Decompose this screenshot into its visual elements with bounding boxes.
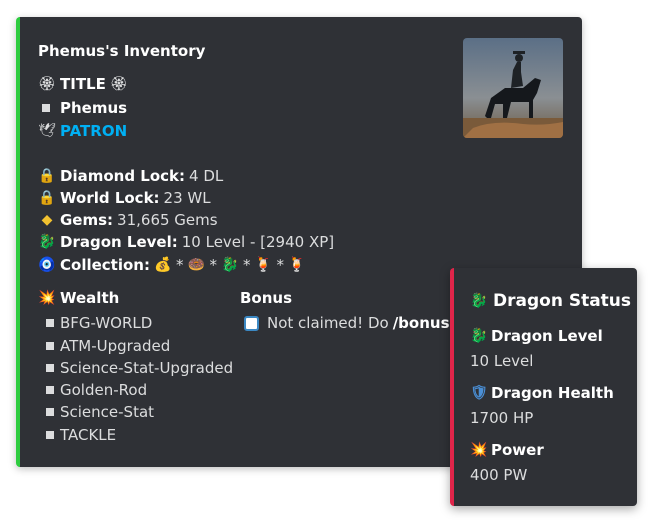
money-bag-icon: 💰 [154, 257, 172, 273]
power-value: 400 PW [470, 466, 528, 484]
list-item: Science-Stat [42, 403, 154, 421]
stat-label: Diamond Lock: [60, 167, 186, 185]
bonus-command: /bonus [392, 314, 450, 332]
horse-rider-image [463, 38, 563, 138]
dragon-icon: 🐉 [470, 328, 488, 344]
collection-row: 🧿 Collection: 💰 * 🍩 * 🐉 * 🍹 * 🍹 [38, 256, 306, 274]
wealth-item: Science-Stat-Upgraded [60, 359, 234, 377]
donut-icon: 🍩 [187, 257, 206, 273]
diamond-lock-icon: 🔒 [38, 168, 56, 184]
dragon-level-value: 10 Level [470, 352, 534, 370]
wealth-field-title: 💥 Wealth [38, 289, 119, 307]
thumbnail-image[interactable] [463, 38, 563, 138]
stat-value: 31,665 Gems [117, 211, 218, 229]
stat-value: 10 Level - [2940 XP] [181, 233, 335, 251]
bullet-square [46, 364, 54, 372]
dragon-status-title: Dragon Status [493, 291, 632, 311]
drink-icon: 🍹 [288, 257, 306, 273]
dragon-health-value: 1700 HP [470, 409, 534, 427]
embed-title: Phemus's Inventory [38, 42, 206, 60]
rank-title: TITLE [60, 75, 106, 93]
list-item: Science-Stat-Upgraded [42, 359, 233, 377]
patron-row: 🕊 PATRON [38, 122, 127, 140]
field-name: Power [491, 441, 544, 459]
collection-separator: * [209, 256, 217, 274]
title-row: 🏵 TITLE 🏵 [38, 75, 128, 93]
dragon-icon: 🐉 [470, 293, 488, 309]
medal-icon: 🏵 [38, 76, 56, 92]
wing-icon: 🕊 [38, 123, 56, 139]
bullet-square [46, 342, 54, 350]
bullet-square [46, 386, 54, 394]
explosion-icon: 💥 [470, 442, 488, 458]
dragon-level-field: 🐉 Dragon Level [470, 327, 603, 345]
dragon-status-embed: 🐉 Dragon Status 🐉 Dragon Level 10 Level … [450, 268, 637, 506]
dragon-icon: 🐉 [38, 234, 56, 250]
field-name: Dragon Level [491, 327, 603, 345]
stat-label: Gems: [60, 211, 114, 229]
bonus-text: Not claimed! Do [267, 314, 389, 332]
power-field: 💥 Power [470, 441, 544, 459]
gem-icon: ◆ [41, 212, 53, 228]
gems-row: ◆ Gems: 31,665 Gems [38, 211, 218, 229]
field-name: Dragon Health [491, 384, 614, 402]
wealth-title: Wealth [60, 289, 120, 307]
sparkle-icon: 💥 [38, 290, 56, 306]
stat-value: 4 DL [189, 167, 224, 185]
dragon-health-field: 🛡 Dragon Health [470, 384, 614, 402]
wealth-item: ATM-Upgraded [60, 337, 171, 355]
bonus-row: Not claimed! Do /bonus [244, 314, 450, 332]
list-item: BFG-WORLD [42, 314, 152, 332]
wealth-item: TACKLE [60, 426, 117, 444]
medal-icon: 🏵 [109, 76, 128, 92]
stat-label: Dragon Level: [60, 233, 178, 251]
world-lock-icon: 🔒 [38, 190, 56, 206]
stat-label: Collection: [60, 256, 150, 274]
collection-icon: 🧿 [38, 257, 56, 273]
collection-separator: * [175, 256, 184, 274]
dragon-status-title-row: 🐉 Dragon Status [470, 291, 631, 311]
dragon-icon: 🐉 [221, 257, 239, 273]
dragon-level-row: 🐉 Dragon Level: 10 Level - [2940 XP] [38, 233, 334, 251]
wealth-item: Science-Stat [60, 403, 155, 421]
wealth-item: BFG-WORLD [60, 314, 153, 332]
stat-value: 23 WL [163, 189, 211, 207]
bullet-square [46, 431, 54, 439]
bonus-title: Bonus [240, 289, 293, 307]
bullet-square [46, 408, 54, 416]
list-item: ATM-Upgraded [42, 337, 170, 355]
player-row: Phemus [38, 99, 127, 117]
list-item: Golden-Rod [42, 381, 147, 399]
player-name: Phemus [60, 99, 128, 117]
drink-icon: 🍹 [254, 257, 273, 273]
stat-label: World Lock: [60, 189, 160, 207]
list-item: TACKLE [42, 426, 116, 444]
patron-label: PATRON [60, 122, 128, 140]
collection-separator: * [242, 256, 251, 274]
shield-icon: 🛡 [470, 385, 488, 401]
world-lock-row: 🔒 World Lock: 23 WL [38, 189, 211, 207]
bullet-square [46, 319, 54, 327]
bullet-square [42, 104, 50, 112]
checkbox-icon [244, 315, 259, 331]
diamond-lock-row: 🔒 Diamond Lock: 4 DL [38, 167, 223, 185]
wealth-item: Golden-Rod [60, 381, 148, 399]
collection-separator: * [276, 256, 284, 274]
